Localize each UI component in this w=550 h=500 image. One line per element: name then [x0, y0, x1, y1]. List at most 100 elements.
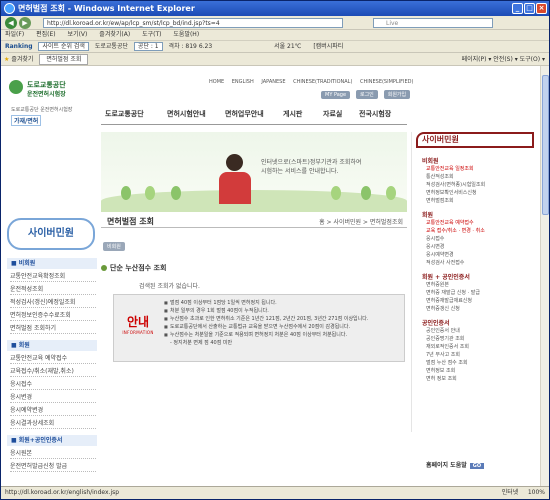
help-link[interactable]: 홈페이지 도움말 GO [426, 460, 485, 469]
bullet-icon [101, 265, 107, 271]
toolbar-item3[interactable]: 6.23 [199, 43, 212, 50]
section-title-text: 단순 누산점수 조회 [110, 264, 167, 272]
right-item[interactable]: 응시접수 [426, 235, 444, 242]
link-home[interactable]: HOME [209, 79, 224, 85]
status-bar: http://dl.koroad.or.kr/english/index.jsp… [1, 486, 549, 499]
vertical-scrollbar[interactable] [540, 66, 549, 486]
left-cat-nonmember: ■ 비회원 [7, 258, 97, 269]
nav-archive[interactable]: 자료실 [323, 109, 342, 119]
no-result-message: 검색된 조회가 없습니다. [139, 283, 200, 290]
banner-person-illustration [217, 154, 253, 204]
right-item[interactable]: 공인인증서 안내 [426, 327, 460, 334]
left-item[interactable]: 교육접수/취소(재발,취소) [10, 366, 96, 377]
browser-tab[interactable]: 면허벌점 조회 [39, 54, 89, 65]
right-item[interactable]: 교통안전교육 일정조회 [426, 165, 474, 172]
maximize-button[interactable]: □ [524, 3, 535, 14]
mypage-button[interactable]: MY Page [321, 91, 351, 99]
left-item[interactable]: 응시접수 [10, 379, 96, 390]
ranking-toolbar: Ranking 사이트 순위 검색 도로교통공단 공단 : 1 격차 : 819… [1, 40, 549, 52]
url-field[interactable]: http://dl.koroad.or.kr/ew/ap/lcp_sm/st/l… [43, 18, 343, 28]
left-item[interactable]: 교통안전교육확정조회 [10, 271, 96, 282]
right-item[interactable]: 면허증 재발급 신청 · 발급 [426, 289, 480, 296]
help-label: 홈페이지 도움말 [426, 462, 467, 469]
banner-text-line1: 인터넷으로(스마트)정부기관과 조회하여 [261, 159, 362, 166]
toolbar-weather[interactable]: 서울 21℃ [274, 43, 301, 50]
left-item[interactable]: 교통안전교육 예약접수 [10, 353, 96, 364]
logo-tag: 가재/면허 [11, 115, 42, 126]
scrollbar-thumb[interactable] [542, 75, 549, 215]
ie-icon [4, 3, 15, 14]
right-item[interactable]: 면허정보 조회 [426, 367, 455, 374]
menu-favorites[interactable]: 즐겨찾기(A) [99, 31, 130, 38]
help-go-button[interactable]: GO [469, 463, 485, 469]
left-item[interactable]: 적성검사(갱신)예정일조회 [10, 297, 96, 308]
menu-edit[interactable]: 편집(E) [36, 31, 56, 38]
zoom-level[interactable]: 100% [528, 489, 545, 496]
right-item[interactable]: 통산적성조회 [426, 173, 454, 180]
nav-license-guide[interactable]: 면허업무안내 [225, 109, 264, 119]
right-item[interactable]: 공인증명기관 조회 [426, 335, 464, 342]
left-item[interactable]: 응시변경 [10, 392, 96, 403]
menu-tools[interactable]: 도구(T) [142, 31, 161, 38]
right-item[interactable]: 적성검사(면허종)시험일조회 [426, 181, 485, 188]
left-item[interactable]: 면허정보인증수수료조회 [10, 310, 96, 321]
toolbar-site[interactable]: 도로교통공단 [95, 43, 128, 50]
left-item[interactable]: 운전적성조회 [10, 284, 96, 295]
minimize-button[interactable]: _ [512, 3, 523, 14]
info-item: 도로교통공단에서 산출하는 교통법규 교육을 받으면 누산점수에서 20점이 감… [164, 323, 402, 331]
search-field[interactable]: Live [373, 18, 493, 28]
right-item[interactable]: 벌점 누산 점수 조회 [426, 359, 468, 366]
right-item[interactable]: 면허증재발급재료신청 [426, 297, 472, 304]
nav-test-centers[interactable]: 전국시험장 [359, 109, 391, 119]
menu-file[interactable]: 파일(F) [5, 31, 24, 38]
right-sec-nonmember: 비회원 [422, 158, 439, 165]
forward-icon[interactable]: ▶ [19, 17, 31, 29]
right-item[interactable]: 응시예약변경 [426, 251, 454, 258]
link-english[interactable]: ENGLISH [232, 79, 254, 85]
link-chinese-trad[interactable]: CHINESE(TRADITIONAL) [293, 79, 352, 85]
menu-help[interactable]: 도움말(H) [173, 31, 199, 38]
page-tools[interactable]: 페이지(P) ▾ 안전(S) ▾ 도구(O) ▾ [462, 53, 545, 65]
menu-view[interactable]: 보기(V) [68, 31, 88, 38]
right-item[interactable]: 면허증갱신 신청 [426, 305, 460, 312]
favorites-star-icon[interactable]: ★ [4, 56, 9, 63]
link-japanese[interactable]: JAPANESE [261, 79, 285, 85]
breadcrumb: 홈 > 사이버민원 > 면허벌점조회 [319, 219, 403, 226]
left-item[interactable]: 응시결과상세조회 [10, 418, 96, 429]
login-button[interactable]: 로그인 [355, 90, 378, 99]
right-item[interactable]: 면허벌점조회 [426, 197, 454, 204]
link-chinese-simp[interactable]: CHINESE(SIMPLIFIED) [360, 79, 413, 85]
right-item[interactable]: 면허증원본 [426, 281, 449, 288]
toolbar-item2[interactable]: 격차 : 819 [169, 43, 197, 50]
close-button[interactable]: × [536, 3, 547, 14]
back-icon[interactable]: ◀ [5, 17, 17, 29]
right-item[interactable]: 면허정보확인서비스신청 [426, 189, 477, 196]
right-item[interactable]: 면허 정보 조회 [426, 375, 457, 382]
right-item[interactable]: 7년 무사고 조회 [426, 351, 460, 358]
left-item[interactable]: 응시예약변경 [10, 405, 96, 416]
info-item: 누산점수는 처분일을 기준으로 적용되며 면허정지 처분은 40점 이상부터 처… [164, 331, 402, 339]
nav-exam-guide[interactable]: 면허시험안내 [167, 109, 206, 119]
left-item[interactable]: 면허벌점 조회하기 [10, 323, 96, 334]
left-item[interactable]: 응시원본 [10, 448, 96, 459]
right-sec-member: 회원 [422, 212, 434, 219]
right-item[interactable]: 교통안전교육 예약접수 [426, 219, 474, 226]
right-item[interactable]: 교육 접수/취소 · 변경 · 취소 [426, 227, 485, 234]
toolbar-right[interactable]: [캠버시파티 [313, 43, 343, 50]
left-cat-member: ■ 회원 [7, 340, 97, 351]
ranking-search-input[interactable]: 사이트 순위 검색 [38, 42, 89, 51]
join-button[interactable]: 회원가입 [383, 90, 411, 99]
toolbar-item1[interactable]: 공단 : 1 [133, 42, 163, 51]
favorites-label[interactable]: 즐겨찾기 [11, 56, 33, 63]
ranking-brand[interactable]: Ranking [5, 43, 33, 50]
information-icon: 안내 [126, 315, 150, 329]
nav-board[interactable]: 게시판 [283, 109, 302, 119]
information-label: INFORMATION [122, 330, 154, 335]
right-item[interactable]: 재외로적인증서 조회 [426, 343, 469, 350]
nav-koroad[interactable]: 도로교통공단 [105, 109, 144, 119]
banner-tree [171, 186, 181, 200]
right-item[interactable]: 응시변경 [426, 243, 444, 250]
left-item[interactable]: 운전면허발급신청 발급 [10, 461, 96, 472]
right-item[interactable]: 적성검사 사전접수 [426, 259, 464, 266]
site-logo[interactable]: 도로교통공단 운전면허시험장 도로교통공단 운전면허시험장 가재/면허 [9, 78, 101, 126]
